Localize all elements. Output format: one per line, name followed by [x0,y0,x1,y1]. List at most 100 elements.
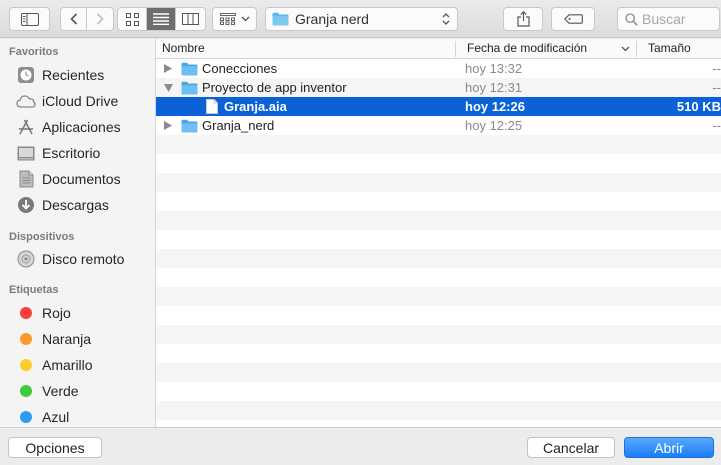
column-divider[interactable] [636,41,637,57]
file-name: Proyecto de app inventor [202,80,347,95]
sidebar-item-label: Aplicaciones [42,119,121,135]
sidebar-item-tag-verde[interactable]: Verde [0,379,155,403]
sidebar-item-tag-rojo[interactable]: Rojo [0,301,155,325]
updown-chevron-icon [442,13,450,25]
sidebar-item-aplicaciones[interactable]: Aplicaciones [0,115,155,139]
folder-icon [181,119,198,132]
table-row[interactable]: Conecciones hoy 13:32 -- [156,59,721,78]
sidebar-item-tag-naranja[interactable]: Naranja [0,327,155,351]
sidebar-item-label: Amarillo [42,357,93,373]
empty-row [156,401,721,420]
list-header: Nombre Fecha de modificación Tamaño [156,39,721,59]
tag-button[interactable] [551,7,595,31]
grouped-grid-icon [219,13,236,25]
desktop-icon [16,143,36,163]
sidebar-item-tag-azul[interactable]: Azul [0,405,155,429]
chevron-right-icon [96,13,104,25]
options-button[interactable]: Opciones [8,437,102,458]
empty-row [156,135,721,154]
yellow-tag-dot [20,359,32,371]
file-list: Nombre Fecha de modificación Tamaño Cone… [156,39,721,427]
download-icon [16,195,36,215]
open-button[interactable]: Abrir [624,437,714,458]
file-name: Granja.aia [224,99,287,114]
green-tag-dot [20,385,32,397]
empty-row [156,249,721,268]
file-icon [206,99,218,114]
sidebar-item-recientes[interactable]: Recientes [0,63,155,87]
sidebar-item-icloud-drive[interactable]: iCloud Drive [0,89,155,113]
document-icon [16,169,36,189]
sidebar: Favoritos Recientes iCloud Drive Aplicac… [0,39,156,427]
row-name: Granja_nerd [181,116,274,135]
sidebar-item-documentos[interactable]: Documentos [0,167,155,191]
sidebar-item-label: Verde [42,383,79,399]
table-row-selected[interactable]: Granja.aia hoy 12:26 510 KB [156,97,721,116]
table-row[interactable]: Proyecto de app inventor hoy 12:31 -- [156,78,721,97]
search-input[interactable] [642,11,712,27]
sidebar-section-favorites: Favoritos [9,46,59,58]
file-size: 510 KB [676,99,721,114]
folder-icon [181,62,198,75]
sidebar-item-label: Rojo [42,305,71,321]
sidebar-item-disco-remoto[interactable]: Disco remoto [0,247,155,271]
sidebar-section-devices: Dispositivos [9,231,75,243]
file-size: -- [712,118,721,133]
table-row[interactable]: Granja_nerd hoy 12:25 -- [156,116,721,135]
column-header-name[interactable]: Nombre [156,39,456,59]
empty-row [156,325,721,344]
disclosure-triangle-collapsed-icon[interactable] [164,64,172,73]
disc-icon [16,249,36,269]
list-icon [153,13,169,25]
sidebar-toggle-button[interactable] [9,7,50,31]
column-view-button[interactable] [176,8,205,30]
file-rows: Conecciones hoy 13:32 -- Proyecto de app… [156,59,721,427]
back-button[interactable] [61,8,87,30]
sidebar-item-label: Documentos [42,171,121,187]
folder-icon [181,81,198,94]
column-divider[interactable] [455,41,456,57]
sidebar-section-tags: Etiquetas [9,284,59,296]
empty-row [156,420,721,427]
cancel-button[interactable]: Cancelar [527,437,615,458]
sidebar-item-descargas[interactable]: Descargas [0,193,155,217]
location-label: Granja nerd [295,11,369,27]
icon-view-button[interactable] [118,8,147,30]
empty-row [156,268,721,287]
group-by-button[interactable] [212,7,257,31]
file-name: Granja_nerd [202,118,275,133]
chevron-down-icon [241,16,249,22]
clock-icon [16,65,36,85]
grid-icon [125,12,139,26]
empty-row [156,192,721,211]
sidebar-icon [20,12,39,26]
row-name: Granja.aia [206,97,287,116]
forward-button[interactable] [87,8,113,30]
sidebar-item-label: Escritorio [42,145,101,161]
sidebar-item-escritorio[interactable]: Escritorio [0,141,155,165]
disclosure-triangle-expanded-icon[interactable] [164,84,173,92]
sidebar-item-label: iCloud Drive [42,93,119,109]
sidebar-item-tag-amarillo[interactable]: Amarillo [0,353,155,377]
orange-tag-dot [20,333,32,345]
share-button[interactable] [503,7,543,31]
column-header-size[interactable]: Tamaño [642,39,721,59]
column-header-date[interactable]: Fecha de modificación [461,39,636,59]
cloud-icon [16,91,36,111]
dialog-footer: Opciones Cancelar Abrir [0,427,721,465]
search-field[interactable] [617,7,720,31]
file-size: -- [712,61,721,76]
disclosure-triangle-collapsed-icon[interactable] [164,121,172,130]
empty-row [156,154,721,173]
red-tag-dot [20,307,32,319]
blue-tag-dot [20,411,32,423]
location-popup[interactable]: Granja nerd [265,7,458,31]
file-date: hoy 12:31 [465,80,523,95]
search-icon [625,12,638,26]
sort-chevron-down-icon [621,46,630,52]
list-view-button[interactable] [147,8,176,30]
file-date: hoy 12:26 [465,99,525,114]
empty-row [156,230,721,249]
empty-row [156,363,721,382]
row-name: Conecciones [181,59,277,78]
